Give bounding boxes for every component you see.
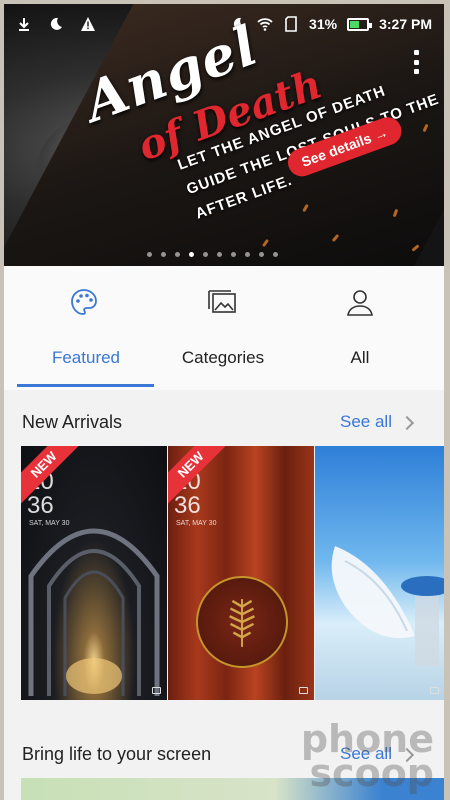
lockscreen-date-preview: SAT, MAY 30 xyxy=(29,520,70,527)
lockscreen-date-preview: SAT, MAY 30 xyxy=(176,520,217,527)
camera-icon xyxy=(152,687,161,694)
chevron-right-icon[interactable] xyxy=(399,415,415,431)
clock: 3:27 PM xyxy=(379,16,432,32)
carousel-dot[interactable] xyxy=(217,252,222,257)
carousel-dot[interactable] xyxy=(231,252,236,257)
tab-categories[interactable]: Categories xyxy=(153,348,293,368)
sd-card-icon xyxy=(285,16,297,32)
theme-store-screen: 31% 3:27 PM Angel of Death Let the angel… xyxy=(4,4,444,800)
palette-icon[interactable] xyxy=(68,286,100,318)
gallery-icon[interactable] xyxy=(206,286,238,318)
camera-icon xyxy=(430,687,439,694)
wifi-icon xyxy=(257,18,273,31)
battery-charging-icon xyxy=(347,17,373,31)
clock-minute: 36 xyxy=(174,492,201,519)
angel-wing-artwork xyxy=(331,546,444,666)
tab-featured[interactable]: Featured xyxy=(16,348,156,368)
do-not-disturb-icon xyxy=(50,17,62,30)
theme-card[interactable]: 1036 SAT, MAY 30 NEW xyxy=(21,446,167,700)
carousel-dot[interactable] xyxy=(175,252,180,257)
theme-card[interactable] xyxy=(315,446,444,700)
theme-card[interactable]: 1036 SAT, MAY 30 NEW xyxy=(168,446,314,700)
carousel-dot-active[interactable] xyxy=(189,252,194,257)
bring-life-heading: Bring life to your screen xyxy=(22,744,212,764)
active-tab-indicator xyxy=(17,384,154,387)
cathedral-artwork xyxy=(28,528,160,696)
watermark-line: scoop xyxy=(309,751,434,795)
tab-all[interactable]: All xyxy=(290,348,430,368)
tab-bar: Featured Categories All xyxy=(4,266,444,390)
camera-icon xyxy=(299,687,308,694)
new-arrivals-heading: New Arrivals xyxy=(22,412,123,432)
fern-artwork xyxy=(196,576,288,668)
carousel-dot[interactable] xyxy=(161,252,166,257)
warning-icon xyxy=(81,17,95,31)
new-arrivals-see-all-link[interactable]: See all xyxy=(340,412,392,432)
person-icon[interactable] xyxy=(344,286,376,318)
carousel-dot[interactable] xyxy=(203,252,208,257)
hero-banner[interactable]: 31% 3:27 PM Angel of Death Let the angel… xyxy=(4,4,444,266)
battery-percent: 31% xyxy=(309,16,338,32)
watermark: phone scoop xyxy=(301,720,434,795)
clock-minute: 36 xyxy=(27,492,54,519)
carousel-dot[interactable] xyxy=(259,252,264,257)
arrow-right-icon: → xyxy=(371,123,391,144)
carousel-dot[interactable] xyxy=(273,252,278,257)
download-icon xyxy=(19,18,29,31)
carousel-dot[interactable] xyxy=(245,252,250,257)
carousel-dot[interactable] xyxy=(147,252,152,257)
carousel-indicator xyxy=(147,252,278,257)
